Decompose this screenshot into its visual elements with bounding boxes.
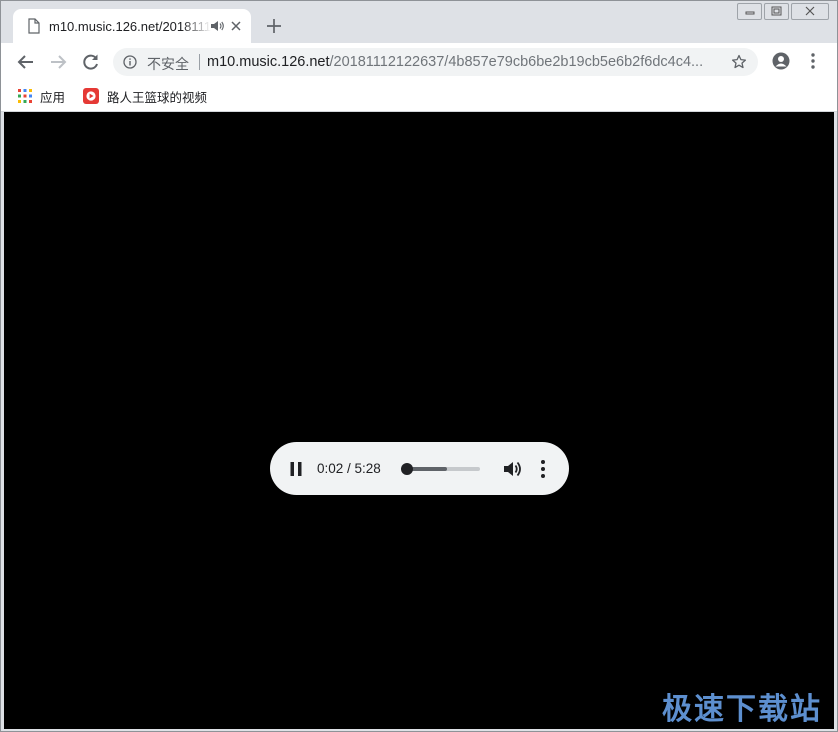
bookmarks-bar: 应用 路人王篮球的视频 (1, 81, 837, 112)
time-display: 0:02 / 5:28 (317, 461, 381, 476)
pause-icon[interactable] (288, 461, 304, 477)
document-icon (28, 18, 40, 34)
account-icon[interactable] (772, 52, 790, 70)
close-window-button[interactable] (791, 3, 829, 20)
url-text[interactable]: m10.music.126.net/20181112122637/4b857e7… (207, 54, 717, 70)
restore-icon (771, 6, 782, 16)
browser-toolbar: 不安全 m10.music.126.net/20181112122637/4b8… (1, 43, 837, 81)
speaker-icon[interactable] (210, 20, 224, 32)
minimize-icon (745, 11, 755, 15)
watermark-logo: 极速下载站 (662, 692, 822, 727)
browser-window: m10.music.126.net/20181112122637/4b857e7… (0, 0, 838, 732)
url-path: /20181112122637/4b857e79cb6be2b19cb5e6b2… (329, 54, 704, 70)
video-play-icon (83, 88, 99, 104)
more-vertical-icon[interactable] (539, 459, 547, 479)
seek-thumb[interactable] (401, 463, 414, 475)
arrow-right-icon[interactable] (48, 52, 68, 72)
kebab-menu-icon[interactable] (807, 52, 819, 70)
apps-grid-icon (18, 89, 32, 103)
restore-button[interactable] (764, 3, 789, 20)
window-controls (737, 3, 829, 20)
security-label[interactable]: 不安全 (147, 54, 189, 74)
info-icon[interactable] (123, 55, 137, 69)
arrow-left-icon[interactable] (16, 52, 36, 72)
minimize-button[interactable] (737, 3, 762, 20)
bookmark-label: 应用 (40, 90, 66, 105)
tab-title: m10.music.126.net/20181112122637/4b857e7… (49, 19, 211, 34)
bookmark-label: 路人王篮球的视频 (107, 90, 208, 105)
bookmark-apps[interactable]: 应用 (18, 87, 65, 105)
bookmark-video[interactable]: 路人王篮球的视频 (83, 87, 207, 105)
plus-icon[interactable] (265, 17, 283, 35)
omnibox-separator (199, 54, 200, 70)
url-host: m10.music.126.net (207, 54, 330, 70)
audio-player: 0:02 / 5:28 (270, 442, 569, 495)
star-icon[interactable] (731, 54, 747, 70)
seek-bar[interactable] (401, 463, 480, 475)
address-bar[interactable]: 不安全 m10.music.126.net/20181112122637/4b8… (113, 48, 758, 76)
tab-strip: m10.music.126.net/20181112122637/4b857e7… (1, 1, 837, 43)
reload-icon[interactable] (81, 52, 101, 72)
browser-tab[interactable]: m10.music.126.net/20181112122637/4b857e7… (13, 9, 251, 43)
close-icon (805, 6, 815, 16)
volume-icon[interactable] (502, 459, 522, 479)
media-viewport: 0:02 / 5:28 极速下载站 (4, 112, 834, 729)
close-icon[interactable] (229, 19, 243, 33)
